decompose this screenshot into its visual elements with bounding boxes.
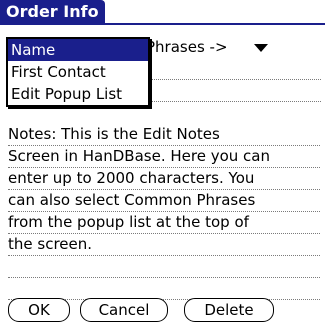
menu-item-name[interactable]: Name — [8, 39, 148, 61]
dropdown-arrow-icon — [254, 44, 268, 52]
note-line — [8, 278, 320, 300]
menu-item-first-contact[interactable]: First Contact — [8, 61, 148, 83]
menu-item-edit-popup-list[interactable]: Edit Popup List — [8, 83, 148, 105]
notes-textarea[interactable]: Notes: This is the Edit Notes Screen in … — [8, 124, 320, 300]
note-line: Notes: This is the Edit Notes — [8, 124, 320, 146]
phrases-trigger-label: Phrases -> — [146, 38, 228, 56]
title-underline — [0, 23, 325, 25]
delete-button[interactable]: Delete — [184, 298, 274, 322]
cancel-button[interactable]: Cancel — [80, 298, 168, 322]
note-line: from the popup list at the top of — [8, 212, 320, 234]
phrases-popup-trigger[interactable]: Phrases -> — [146, 37, 268, 57]
form-title: Order Info — [0, 0, 105, 23]
note-line — [8, 256, 320, 278]
divider — [146, 79, 321, 80]
note-line: the screen. — [8, 234, 320, 256]
note-line: can also select Common Phrases — [8, 190, 320, 212]
phrases-popup-menu: Name First Contact Edit Popup List — [6, 37, 150, 107]
note-line: Screen in HanDBase. Here you can — [8, 146, 320, 168]
note-line: enter up to 2000 characters. You — [8, 168, 320, 190]
divider — [146, 101, 321, 102]
ok-button[interactable]: OK — [8, 298, 70, 322]
